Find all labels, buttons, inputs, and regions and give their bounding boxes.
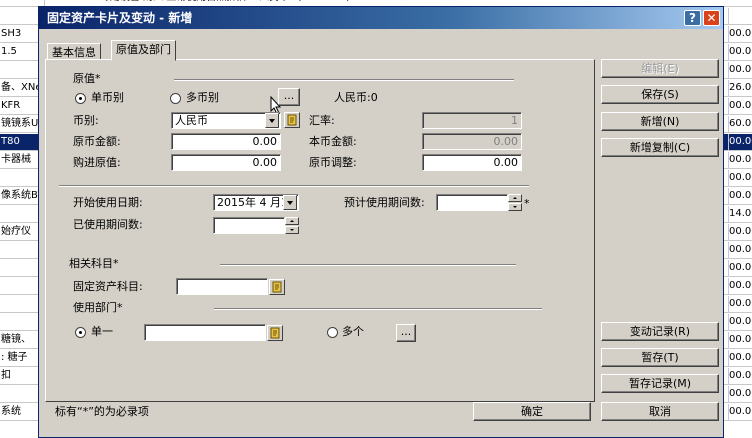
hold-log-button[interactable]: 暂存记录(M) — [601, 374, 719, 393]
rmb-total-label: 人民币:0 — [334, 91, 378, 104]
add-copy-button[interactable]: 新增复制(C) — [601, 138, 719, 157]
single-currency-label: 单币别 — [91, 91, 124, 104]
single-currency-radio[interactable] — [75, 93, 86, 104]
table-cell: 00.00 — [728, 332, 752, 349]
asset-account-label: 固定资产科目: — [73, 280, 143, 293]
table-cell: 00.00 — [728, 242, 752, 259]
used-periods-field[interactable] — [213, 217, 285, 234]
expected-periods-field[interactable] — [436, 194, 508, 211]
table-cell: 00.00 — [728, 350, 752, 367]
save-button[interactable]: 保存(S) — [601, 85, 719, 104]
tab-panel: 原值* 单币别 多币别 ... 人民币:0 币别: 人民币 汇率: 1 原币金额… — [45, 59, 595, 402]
section-related-accounts: 相关科目* — [69, 257, 119, 270]
divider — [174, 79, 514, 81]
expected-periods-label: 预计使用期间数: — [344, 196, 425, 209]
rate-label: 汇率: — [309, 114, 335, 127]
divider — [214, 308, 542, 310]
table-cell: 00.00 — [728, 368, 752, 385]
ok-button[interactable]: 确定 — [473, 402, 591, 421]
hold-button[interactable]: 暂存(T) — [601, 348, 719, 367]
asset-account-field[interactable] — [176, 278, 268, 295]
multi-currency-radio[interactable] — [170, 93, 181, 104]
change-log-button[interactable]: 变动记录(R) — [601, 322, 719, 341]
table-cell: 60.00 — [728, 116, 752, 133]
tab-basic-info[interactable]: 基本信息 — [47, 43, 101, 60]
close-button[interactable]: ✕ — [703, 10, 720, 26]
help-button[interactable]: ? — [684, 10, 701, 26]
asset-account-lookup-icon[interactable] — [269, 279, 285, 295]
used-periods-spinner[interactable] — [285, 217, 299, 234]
table-cell: 00.00 — [728, 188, 752, 205]
table-cell: 00.00 — [728, 134, 752, 151]
divider — [59, 185, 529, 187]
multi-currency-label: 多币别 — [186, 91, 219, 104]
required-star: * — [524, 197, 530, 210]
required-note: 标有“*”的为必录项 — [55, 405, 149, 418]
table-cell: 00.00 — [728, 152, 752, 169]
table-cell: 00.00 — [728, 386, 752, 403]
edit-button[interactable]: 编辑(E) — [601, 59, 719, 78]
adjust-label: 原币调整: — [309, 156, 357, 169]
expected-periods-spinner[interactable] — [508, 194, 522, 211]
dept-lookup-icon[interactable] — [267, 325, 283, 341]
table-cell: 00.00 — [728, 98, 752, 115]
table-cell: 00.00 — [728, 404, 752, 421]
single-dept-label: 单一 — [91, 325, 113, 338]
section-original-value: 原值* — [73, 72, 101, 85]
section-department: 使用部门* — [73, 301, 123, 314]
dialog-titlebar[interactable]: 固定资产卡片及变动 - 新增 ? ✕ — [39, 7, 723, 29]
used-periods-label: 已使用期间数: — [73, 218, 143, 231]
table-cell: 00.00 — [728, 296, 752, 313]
orig-amount-field[interactable]: 0.00 — [171, 133, 281, 150]
table-cell — [728, 8, 752, 25]
single-dept-field[interactable] — [144, 324, 266, 341]
orig-amount-label: 原币金额: — [73, 135, 121, 148]
multi-dept-button[interactable]: ... — [396, 324, 416, 342]
table-cell: 00.00 — [728, 278, 752, 295]
currency-label: 币别: — [73, 114, 99, 127]
currency-dropdown-icon[interactable] — [265, 113, 279, 128]
base-amount-field[interactable]: 0.00 — [422, 133, 522, 150]
add-button[interactable]: 新增(N) — [601, 112, 719, 131]
divider — [220, 264, 516, 266]
adjust-field[interactable]: 0.00 — [422, 154, 522, 171]
multi-dept-label: 多个 — [342, 325, 364, 338]
table-cell: 00.00 — [728, 260, 752, 277]
table-cell: 26.00 — [728, 80, 752, 97]
table-cell: 00.00 — [728, 62, 752, 79]
table-cell: 00.00 — [728, 314, 752, 331]
date-dropdown-icon[interactable] — [283, 195, 297, 210]
table-cell: 00.00 — [728, 26, 752, 43]
purchase-value-field[interactable]: 0.00 — [171, 154, 281, 171]
asset-card-dialog: 固定资产卡片及变动 - 新增 ? ✕ 基本信息 原值及部门 原值* 单币别 多币… — [38, 6, 724, 438]
base-amount-label: 本币金额: — [309, 135, 357, 148]
currency-lookup-icon[interactable] — [284, 112, 300, 128]
table-cell: 00.00 — [728, 224, 752, 241]
rate-field[interactable]: 1 — [422, 112, 522, 129]
single-dept-radio[interactable] — [75, 327, 86, 338]
table-cell: 00.00 — [728, 170, 752, 187]
start-date-label: 开始使用日期: — [73, 196, 143, 209]
cancel-button[interactable]: 取消 — [601, 402, 719, 421]
multi-dept-radio[interactable] — [327, 327, 338, 338]
table-cell: 14.00 — [728, 206, 752, 223]
table-cell: 00.00 — [728, 44, 752, 61]
tab-value-department[interactable]: 原值及部门 — [111, 40, 176, 61]
dialog-title: 固定资产卡片及变动 - 新增 — [47, 11, 193, 25]
purchase-value-label: 购进原值: — [73, 156, 121, 169]
